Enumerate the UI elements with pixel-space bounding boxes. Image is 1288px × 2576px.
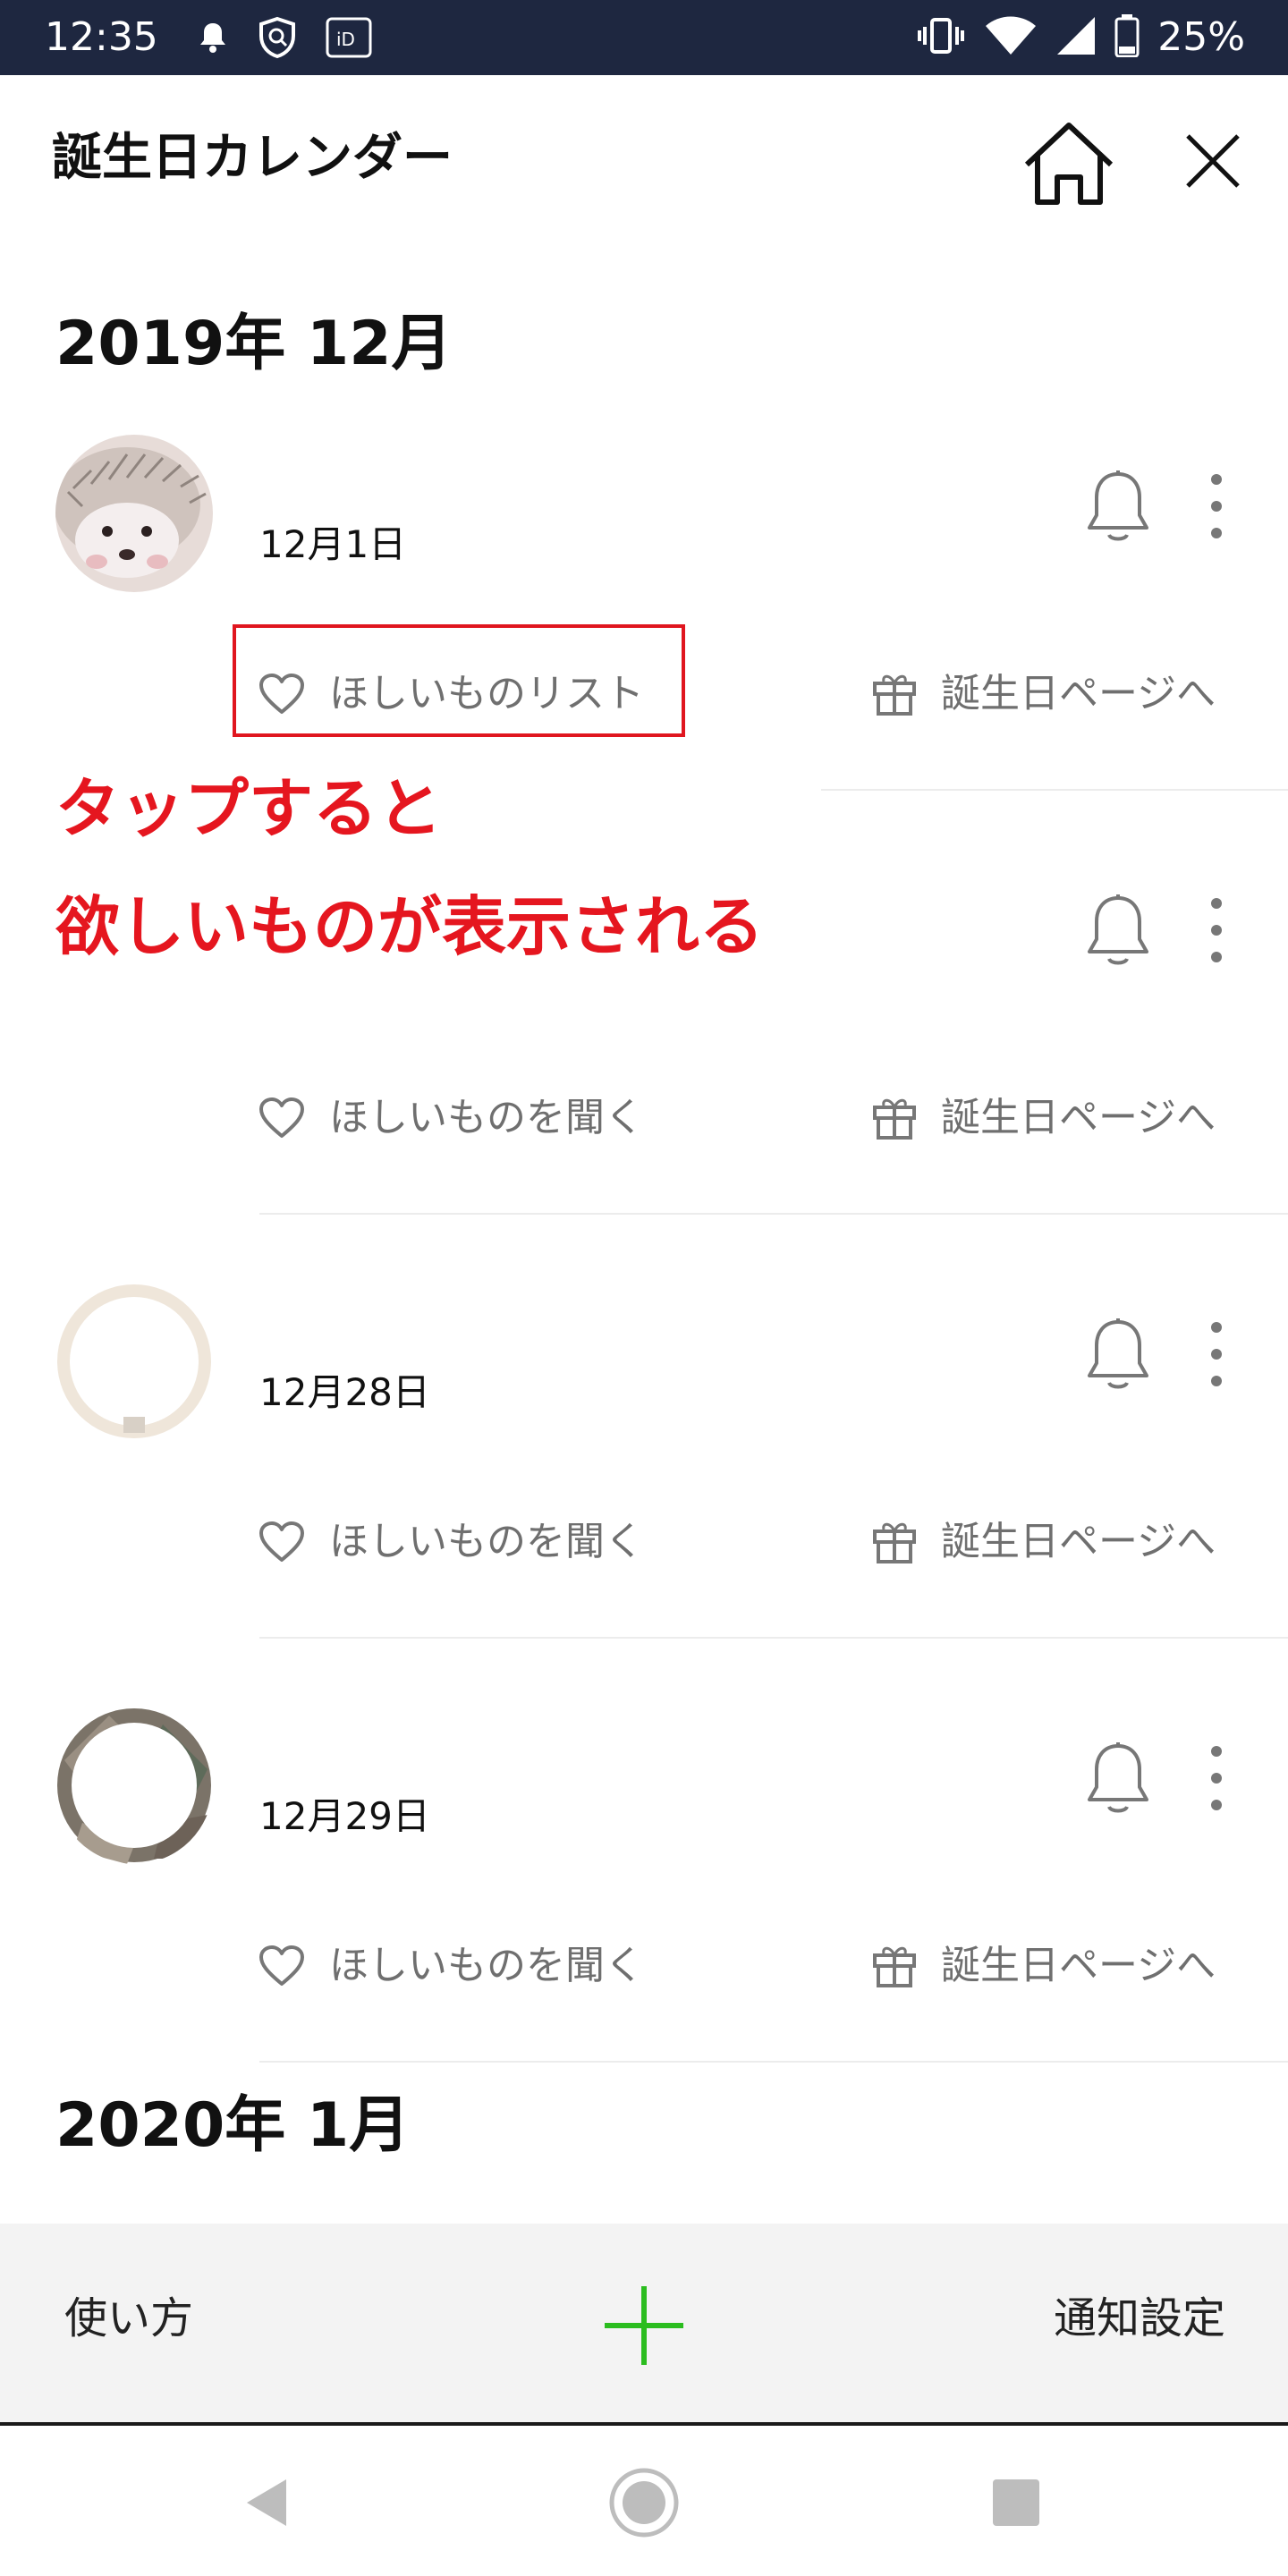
plus-icon [605, 2286, 683, 2365]
month-header: 2019年 12月 [55, 309, 453, 379]
divider [259, 1637, 1288, 1639]
birthday-page-label: 誕生日ページへ [941, 1943, 1216, 1988]
bell-button[interactable] [1084, 893, 1152, 968]
birthday-page-button[interactable]: 誕生日ページへ [871, 1939, 1216, 1993]
birthday-date: 12月28日 [259, 1370, 430, 1414]
vibrate-icon [916, 16, 966, 59]
heart-icon [259, 1521, 304, 1562]
notification-settings-button[interactable]: 通知設定 [1054, 2290, 1225, 2347]
home-icon [1024, 123, 1114, 205]
notification-icon [197, 20, 229, 59]
back-button[interactable] [240, 2474, 297, 2531]
bell-button[interactable] [1084, 1741, 1152, 1816]
birthday-page-button[interactable]: 誕生日ページへ [871, 667, 1216, 721]
recent-apps-icon [993, 2479, 1039, 2526]
birthday-page-button[interactable]: 誕生日ページへ [871, 1091, 1216, 1145]
how-to-use-button[interactable]: 使い方 [64, 2290, 193, 2347]
status-bar: 12:35 iD 25% [0, 0, 1288, 75]
close-icon [1186, 134, 1240, 188]
battery-percentage: 25% [1157, 14, 1245, 60]
bell-button[interactable] [1084, 1317, 1152, 1392]
ask-wish-button[interactable]: ほしいものを聞く [258, 1939, 644, 1993]
birthday-date: 12月29日 [259, 1794, 430, 1838]
more-options-button[interactable] [1199, 896, 1234, 964]
ask-wish-label: ほしいものを聞く [329, 1943, 644, 1988]
divider [821, 789, 1288, 791]
more-vertical-icon [1211, 1322, 1222, 1386]
add-button[interactable] [601, 2283, 687, 2368]
status-time: 12:35 [45, 14, 158, 60]
more-options-button[interactable] [1199, 1320, 1234, 1388]
annotation-line-2: 欲しいものが表示される [55, 889, 765, 964]
heart-icon [259, 1097, 304, 1138]
more-vertical-icon [1211, 474, 1222, 538]
ask-wish-button[interactable]: ほしいものを聞く [258, 1515, 644, 1569]
highlight-box [233, 624, 685, 737]
gift-icon [873, 1946, 916, 1987]
birthday-page-label: 誕生日ページへ [941, 1519, 1216, 1564]
battery-icon [1114, 14, 1140, 61]
birthday-page-button[interactable]: 誕生日ページへ [871, 1515, 1216, 1569]
recent-apps-button[interactable] [991, 2478, 1041, 2528]
signal-icon [1055, 15, 1097, 60]
page-title: 誕生日カレンダー [52, 129, 453, 187]
home-circle-icon [609, 2468, 679, 2538]
gift-icon [873, 1098, 916, 1140]
system-nav-bar [0, 2429, 1288, 2576]
divider [259, 2061, 1288, 2063]
month-header: 2020年 1月 [55, 2090, 411, 2161]
bell-icon [1088, 1318, 1148, 1389]
birthday-date: 12月1日 [259, 522, 407, 566]
shield-icon [256, 16, 299, 63]
home-button[interactable] [1020, 120, 1118, 209]
status-right: 25% [916, 13, 1245, 63]
gift-icon [873, 674, 916, 716]
annotation-line-1: タップすると [55, 771, 443, 846]
ask-wish-label: ほしいものを聞く [329, 1095, 644, 1140]
more-options-button[interactable] [1199, 472, 1234, 540]
bell-icon [1088, 894, 1148, 965]
ask-wish-label: ほしいものを聞く [329, 1519, 644, 1564]
avatar[interactable] [55, 1707, 213, 1864]
birthday-entry: 12月29日 ほしいものを聞く 誕生日ページへ [0, 1707, 1288, 2131]
id-icon: iD [326, 17, 372, 62]
heart-icon [259, 1945, 304, 1986]
bell-icon [1088, 1742, 1148, 1813]
birthday-page-label: 誕生日ページへ [941, 1095, 1216, 1140]
ask-wish-button[interactable]: ほしいものを聞く [258, 1091, 644, 1145]
bottom-toolbar: 使い方 通知設定 [0, 2224, 1288, 2426]
divider [259, 1213, 1288, 1215]
birthday-entry: 12月28日 ほしいものを聞く 誕生日ページへ [0, 1283, 1288, 1707]
wifi-icon [984, 15, 1038, 60]
app-header: 誕生日カレンダー [0, 75, 1288, 245]
avatar[interactable] [55, 435, 213, 592]
bell-icon [1088, 470, 1148, 541]
home-nav-button[interactable] [608, 2467, 680, 2538]
bell-button[interactable] [1084, 469, 1152, 544]
back-icon [247, 2479, 286, 2526]
svg-text:iD: iD [336, 29, 355, 50]
avatar[interactable] [55, 1283, 213, 1440]
status-left-icons: iD [197, 16, 372, 63]
more-options-button[interactable] [1199, 1744, 1234, 1812]
gift-icon [873, 1522, 916, 1563]
more-vertical-icon [1211, 898, 1222, 962]
more-vertical-icon [1211, 1746, 1222, 1810]
close-button[interactable] [1181, 129, 1245, 193]
birthday-page-label: 誕生日ページへ [941, 671, 1216, 716]
